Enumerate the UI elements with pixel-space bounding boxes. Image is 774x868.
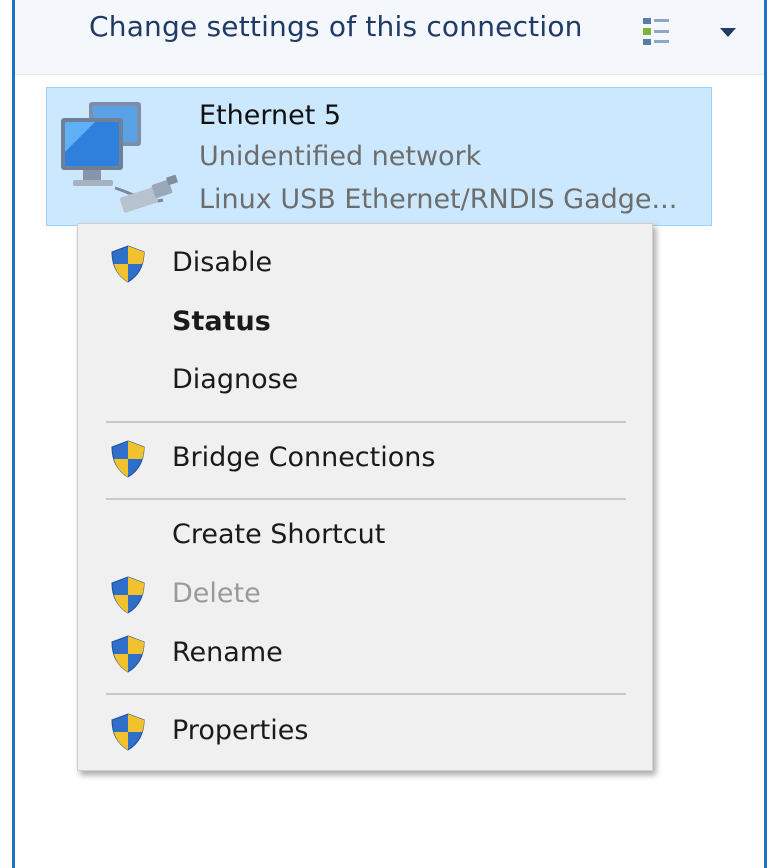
connection-device: Linux USB Ethernet/RNDIS Gadge... (199, 184, 678, 215)
change-settings-button[interactable]: Change settings of this connection (89, 10, 583, 43)
menu-item-delete: Delete (82, 568, 648, 620)
uac-shield-icon (111, 440, 145, 478)
menu-item-properties[interactable]: Properties (82, 705, 648, 757)
menu-separator (106, 693, 626, 695)
connection-status: Unidentified network (199, 141, 482, 172)
network-adapter-icon (61, 102, 178, 213)
uac-shield-icon (111, 635, 145, 673)
menu-separator (106, 421, 626, 423)
menu-item-rename[interactable]: Rename (82, 627, 648, 679)
context-menu: Disable Status Diagnose Bridge Connectio… (77, 223, 653, 771)
chevron-down-icon (720, 28, 736, 37)
menu-item-create-shortcut[interactable]: Create Shortcut (82, 509, 648, 561)
connection-name: Ethernet 5 (199, 100, 342, 131)
menu-item-label: Diagnose (172, 364, 299, 395)
menu-item-label: Disable (172, 247, 273, 278)
command-bar: Change settings of this connection (15, 0, 764, 75)
view-options-dropdown[interactable] (714, 18, 742, 46)
menu-item-label: Bridge Connections (172, 442, 436, 473)
view-list-icon[interactable] (641, 16, 673, 48)
menu-item-label: Rename (172, 637, 283, 668)
network-connections-window: Change settings of this connection Ether… (12, 0, 767, 868)
uac-shield-icon (111, 245, 145, 283)
menu-item-label: Properties (172, 715, 309, 746)
menu-item-disable[interactable]: Disable (82, 237, 648, 289)
menu-item-label: Status (172, 306, 271, 337)
connection-item-ethernet-5[interactable]: Ethernet 5 Unidentified network Linux US… (46, 87, 712, 226)
menu-separator (106, 498, 626, 500)
menu-item-bridge-connections[interactable]: Bridge Connections (82, 432, 648, 484)
uac-shield-icon (111, 713, 145, 751)
menu-item-status[interactable]: Status (82, 296, 648, 348)
menu-item-diagnose[interactable]: Diagnose (82, 354, 648, 406)
menu-item-label: Delete (172, 578, 261, 609)
menu-item-label: Create Shortcut (172, 519, 386, 550)
uac-shield-icon (111, 576, 145, 614)
